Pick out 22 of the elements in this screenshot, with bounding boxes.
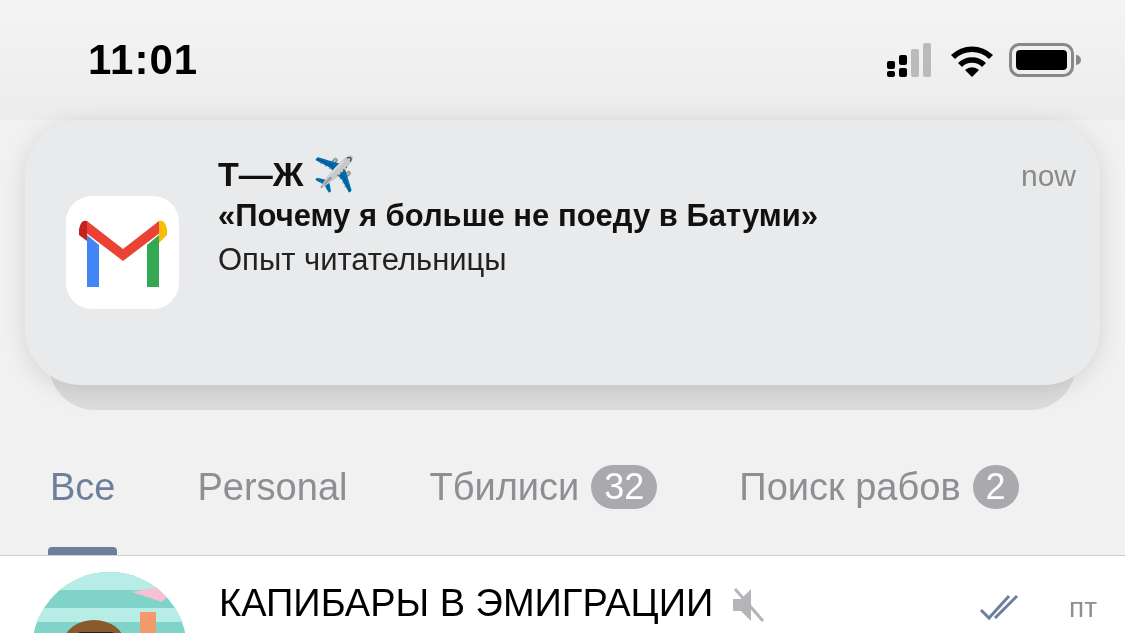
- wifi-icon: [949, 43, 995, 77]
- tab-label: Поиск рабов: [739, 466, 961, 509]
- tab-label: Все: [50, 466, 116, 509]
- notification-card[interactable]: Т—Ж ✈ now «Почему я больше не поеду в Батуми» Опыт читательницы: [25, 120, 1100, 385]
- battery-icon: [1009, 43, 1081, 77]
- tab-label: Personal: [197, 466, 348, 509]
- folder-tab[interactable]: Все: [50, 410, 116, 555]
- notification-time: now: [1020, 159, 1076, 193]
- clock: 11:01: [88, 36, 200, 84]
- chat-title: КАПИБАРЫ В ЭМИГРАЦИИ: [219, 582, 714, 625]
- unread-count: 32: [591, 465, 658, 509]
- unread-count: 2: [972, 465, 1019, 509]
- folder-tab[interactable]: Тбилиси 32: [429, 410, 658, 555]
- selected-tab-indicator: [48, 547, 118, 555]
- sender-name: Т—Ж ✈: [218, 154, 355, 194]
- notification-subject: «Почему я больше не поеду в Батуми»: [218, 198, 819, 234]
- folder-tab[interactable]: Personal: [197, 410, 348, 555]
- tab-label: Тбилиси: [429, 466, 580, 509]
- folder-tab[interactable]: Поиск рабов 2: [739, 410, 1019, 555]
- mail-app-icon: [66, 196, 179, 309]
- chat-time: пт: [1069, 592, 1097, 624]
- notification-body: Опыт читательницы: [218, 242, 508, 278]
